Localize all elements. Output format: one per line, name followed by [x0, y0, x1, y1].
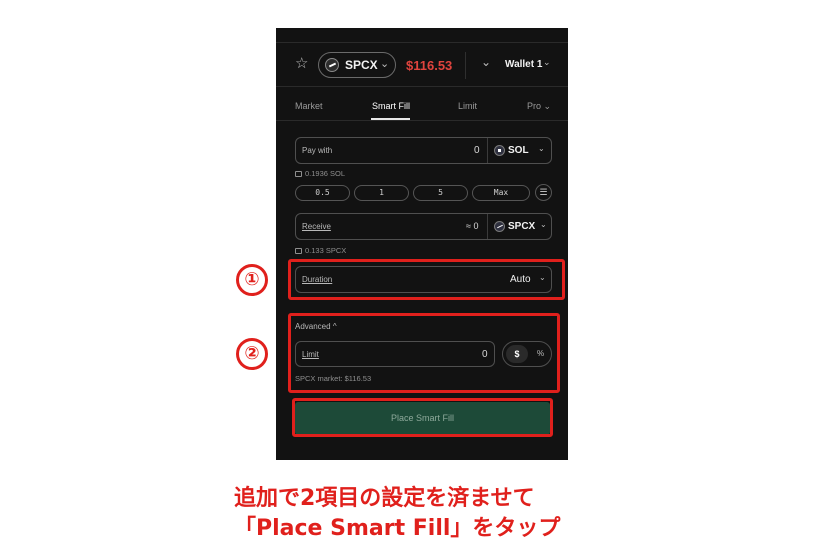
tab-limit[interactable]: Limit: [458, 101, 477, 111]
tab-pro-label: Pro: [527, 101, 542, 111]
quick-amount-1[interactable]: 1: [354, 185, 409, 201]
wallet-icon: [295, 248, 302, 254]
token-selector[interactable]: SPCX ⌄: [318, 52, 396, 78]
pay-balance-text: 0.1936 SOL: [305, 169, 346, 178]
pay-token-symbol[interactable]: SOL: [508, 145, 529, 156]
receive-balance: 0.133 SPCX: [295, 246, 346, 255]
receive-balance-text: 0.133 SPCX: [305, 246, 347, 255]
quick-amount-0-5[interactable]: 0.5: [295, 185, 350, 201]
receive-field[interactable]: Receive ≈ 0 SPCX ⌄: [295, 213, 552, 240]
pay-with-field[interactable]: Pay with 0 SOL ⌄: [295, 137, 552, 164]
header-bar: ☆ SPCX ⌄ $116.53 ⌄ Wallet 1 ⌄: [276, 42, 568, 87]
receive-amount: ≈ 0: [466, 221, 479, 231]
token-price: $116.53: [406, 58, 453, 73]
wallet-icon: [295, 171, 302, 177]
divider: [276, 120, 568, 121]
pay-with-label: Pay with: [302, 146, 333, 155]
swap-panel: ☆ SPCX ⌄ $116.53 ⌄ Wallet 1 ⌄ Market Sma…: [276, 28, 568, 460]
spcx-token-icon: [494, 221, 505, 232]
quick-amount-max[interactable]: Max: [472, 185, 530, 201]
spcx-token-icon: [325, 58, 339, 72]
highlight-submit: [292, 398, 553, 437]
quick-amount-5[interactable]: 5: [413, 185, 468, 201]
chevron-down-icon[interactable]: ⌄: [481, 55, 491, 69]
caption-line-1: 追加で2項目の設定を済ませて: [234, 486, 535, 511]
chevron-down-icon: ⌄: [543, 101, 552, 111]
wallet-selector[interactable]: Wallet 1: [505, 59, 542, 70]
caption-line-2: 「Place Smart Fill」をタップ: [234, 516, 561, 541]
star-icon[interactable]: ☆: [295, 56, 308, 72]
tab-smart-fill[interactable]: Smart Fill: [372, 101, 410, 111]
token-symbol: SPCX: [345, 58, 378, 72]
chevron-down-icon: ⌄: [380, 58, 390, 70]
divider: [487, 214, 488, 239]
sol-token-icon: [494, 145, 505, 156]
receive-label: Receive: [302, 222, 331, 231]
pay-amount-input[interactable]: 0: [474, 145, 480, 156]
tab-pro[interactable]: Pro ⌄: [527, 101, 551, 112]
pay-balance: 0.1936 SOL: [295, 169, 345, 178]
chevron-down-icon: ⌄: [540, 220, 547, 229]
receive-token-symbol[interactable]: SPCX: [508, 221, 535, 232]
step-marker-2: ②: [236, 338, 268, 370]
highlight-advanced: [288, 313, 560, 393]
chevron-down-icon: ⌄: [543, 57, 551, 67]
chevron-down-icon: ⌄: [538, 144, 545, 153]
list-icon[interactable]: ☰: [535, 184, 552, 201]
step-marker-1: ①: [236, 264, 268, 296]
divider: [465, 52, 466, 79]
divider: [487, 138, 488, 163]
tab-market[interactable]: Market: [295, 101, 323, 111]
highlight-duration: [288, 259, 565, 300]
